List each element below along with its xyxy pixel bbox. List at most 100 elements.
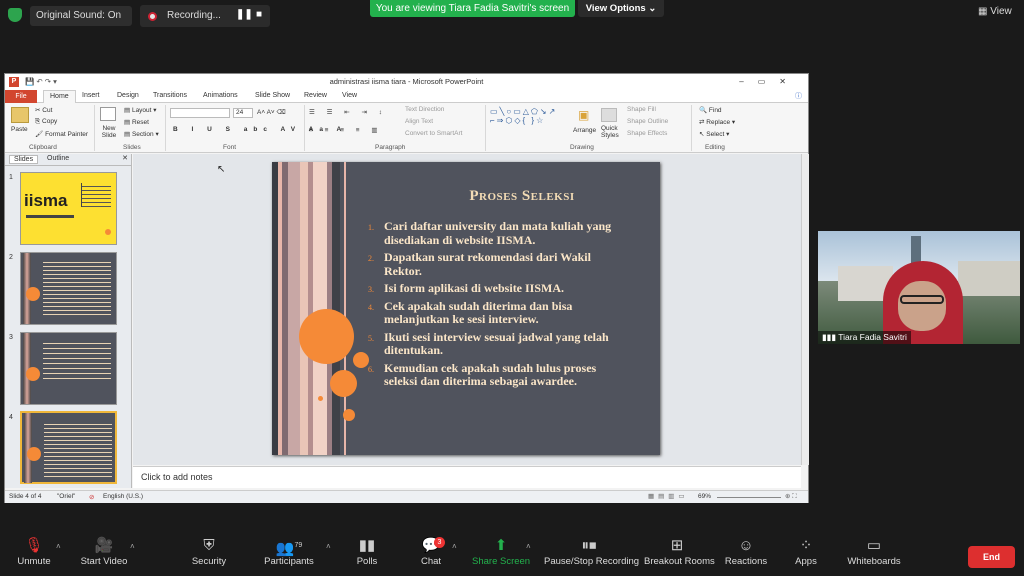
new-slide-icon[interactable] xyxy=(100,107,116,121)
arrange-button[interactable]: Arrange xyxy=(573,127,596,134)
recording-label: Recording... xyxy=(167,10,221,21)
tab-transitions[interactable]: Transitions xyxy=(153,92,187,99)
apps-button[interactable]: ⁘ Apps xyxy=(792,536,820,567)
convert-smartart-button[interactable]: Convert to SmartArt xyxy=(405,130,462,137)
tab-slide-show[interactable]: Slide Show xyxy=(255,92,290,99)
slide-thumbnail-4[interactable] xyxy=(20,411,117,484)
tab-animations[interactable]: Animations xyxy=(203,92,238,99)
list-text: Cari daftar university dan mata kuliah y… xyxy=(384,219,612,247)
text-direction-button[interactable]: Text Direction xyxy=(405,106,444,113)
copy-button[interactable]: ⎘ Copy xyxy=(35,118,57,126)
window-controls[interactable]: –▭✕ xyxy=(739,74,800,90)
chevron-up-icon[interactable]: ˄ xyxy=(452,542,457,551)
section-button[interactable]: ▤ Section ▾ xyxy=(124,130,159,138)
list-buttons[interactable]: ☰ ☰ ⇤ ⇥ ↕ xyxy=(309,108,387,116)
breakout-rooms-label: Breakout Rooms xyxy=(644,556,715,567)
replace-button[interactable]: ⇄ Replace ▾ xyxy=(699,118,735,126)
tab-outline[interactable]: Outline xyxy=(47,155,69,162)
paste-button[interactable]: Paste xyxy=(11,126,28,133)
clipboard-group-label: Clipboard xyxy=(29,144,57,151)
reactions-button[interactable]: ☺ Reactions xyxy=(724,536,768,567)
align-text-button[interactable]: Align Text xyxy=(405,118,433,125)
main-slide[interactable]: Proses Seleksi 1. Cari daftar university … xyxy=(272,162,660,455)
chevron-up-icon[interactable]: ˄ xyxy=(326,542,331,551)
original-sound-toggle[interactable]: Original Sound: On⌄ xyxy=(30,6,148,26)
quick-styles-icon[interactable] xyxy=(601,108,617,122)
unmute-button[interactable]: 🎙 Unmute xyxy=(12,536,56,567)
whiteboards-button[interactable]: ▭ Whiteboards xyxy=(846,536,902,567)
tab-slides[interactable]: Slides xyxy=(9,155,39,164)
slide-thumbnail-1[interactable]: iisma xyxy=(20,172,117,245)
notes-pane[interactable]: Click to add notes xyxy=(133,466,801,488)
align-buttons[interactable]: ≡ ≡ ≡ ≡ ▥ xyxy=(309,126,383,134)
arrange-icon[interactable]: ▣ xyxy=(578,108,589,122)
tab-file[interactable]: File xyxy=(5,90,37,103)
divider xyxy=(691,105,692,151)
slide-thumbnail-3[interactable] xyxy=(20,332,117,405)
drawing-group-label: Drawing xyxy=(570,144,594,151)
shape-fill-button[interactable]: Shape Fill xyxy=(627,106,656,113)
list-item: 4. Cek apakah sudah diterima dan bisa mel… xyxy=(368,299,630,327)
quick-access-icons[interactable]: 💾 ↶ ↷ ▾ xyxy=(25,74,57,90)
zoom-slider[interactable] xyxy=(717,497,781,498)
shape-effects-button[interactable]: Shape Effects xyxy=(627,130,667,137)
shape-outline-button[interactable]: Shape Outline xyxy=(627,118,668,125)
list-number: 4. xyxy=(368,302,374,312)
recording-indicator: Recording... ❚❚ ■ xyxy=(140,5,270,27)
layout-button[interactable]: ▤ Layout ▾ xyxy=(124,106,157,114)
slide-stripe xyxy=(300,162,308,455)
paste-icon[interactable] xyxy=(11,107,29,123)
share-screen-button[interactable]: ⬆ Share Screen xyxy=(472,536,530,567)
vertical-scrollbar[interactable] xyxy=(801,154,809,465)
font-size-box[interactable]: 24 xyxy=(233,108,253,118)
view-options-button[interactable]: View Options ⌄ xyxy=(578,0,664,17)
view-buttons[interactable]: ▦▤▥▭ xyxy=(648,492,689,500)
stop-icon[interactable]: ■ xyxy=(256,9,262,20)
iisma-logo: iisma xyxy=(24,191,68,210)
quick-styles-button[interactable]: Quick Styles xyxy=(601,125,621,139)
pause-stop-recording-button[interactable]: ⏸⏹ Pause/Stop Recording xyxy=(544,536,639,567)
reset-button[interactable]: ▤ Reset xyxy=(124,118,149,126)
chevron-up-icon[interactable]: ˄ xyxy=(130,542,135,551)
start-video-button[interactable]: 🎥 Start Video xyxy=(78,536,130,567)
polls-button[interactable]: ▮▮ Polls xyxy=(352,536,382,567)
tab-home[interactable]: Home xyxy=(43,90,76,103)
thumb-dot xyxy=(105,229,111,235)
original-sound-label: Original Sound: On xyxy=(36,10,122,21)
tab-insert[interactable]: Insert xyxy=(82,92,100,99)
slide-number: 1 xyxy=(9,174,13,181)
chevron-up-icon[interactable]: ˄ xyxy=(526,542,531,551)
chevron-up-icon[interactable]: ˄ xyxy=(56,542,61,551)
tab-design[interactable]: Design xyxy=(117,92,139,99)
thumb-text xyxy=(43,339,111,383)
format-painter-button[interactable]: 🖌 Format Painter xyxy=(35,130,88,138)
divider xyxy=(485,105,486,151)
security-button[interactable]: ⛨ Security xyxy=(188,536,230,567)
find-button[interactable]: 🔍 Find xyxy=(699,106,722,114)
font-grow-shrink-icons[interactable]: A˄ A˅ ⌫ xyxy=(257,108,286,116)
spellcheck-icon[interactable]: ⊘ xyxy=(89,493,94,501)
end-meeting-button[interactable]: End xyxy=(968,546,1015,568)
shapes-gallery[interactable]: ▭╲○▭△⬠↘↗ ⌐⇒⬡◇{ }☆ xyxy=(490,107,557,125)
select-button[interactable]: ↖ Select ▾ xyxy=(699,130,729,138)
security-shield-icon[interactable] xyxy=(8,8,22,22)
select-label: Select xyxy=(706,131,725,138)
font-name-box[interactable] xyxy=(170,108,230,118)
slide-thumbnail-2[interactable] xyxy=(20,252,117,325)
view-button[interactable]: ▦ View xyxy=(978,6,1018,24)
reactions-icon: ☺ xyxy=(738,537,754,554)
tab-view[interactable]: View xyxy=(342,92,357,99)
help-icon[interactable]: ⓘ xyxy=(795,91,802,101)
tab-review[interactable]: Review xyxy=(304,92,327,99)
cut-button[interactable]: ✂ Cut xyxy=(35,106,52,114)
pause-icon[interactable]: ❚❚ xyxy=(236,9,253,20)
layout-label: Layout xyxy=(131,107,152,114)
participant-video[interactable]: ▮▮▮ Tiara Fadia Savitri xyxy=(818,231,1020,344)
new-slide-button[interactable]: New Slide xyxy=(98,125,120,139)
ribbon-tabs: File Home Insert Design Transitions Anim… xyxy=(5,90,808,103)
participants-button[interactable]: 👥79 Participants xyxy=(262,536,316,567)
close-panel-icon[interactable]: ✕ xyxy=(122,154,128,162)
orange-circle-small xyxy=(318,396,323,401)
breakout-rooms-button[interactable]: ⊞ Breakout Rooms xyxy=(644,536,715,567)
fit-slide-icon[interactable]: ⊕ ⛶ xyxy=(785,492,797,501)
